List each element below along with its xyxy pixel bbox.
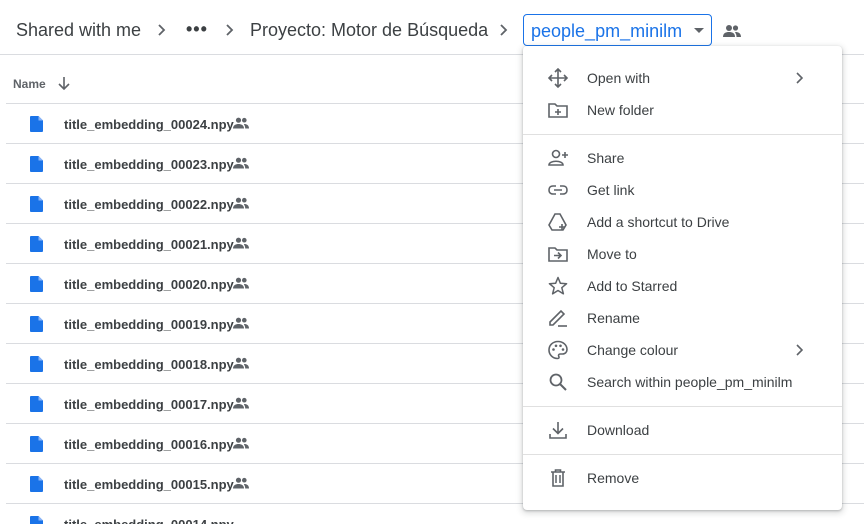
chevron-right-icon xyxy=(156,20,168,40)
file-name: title_embedding_00024.npy xyxy=(64,117,234,132)
people-icon xyxy=(233,397,249,409)
column-header-name[interactable]: Name xyxy=(13,77,46,91)
file-icon xyxy=(30,236,43,252)
chevron-right-icon xyxy=(796,344,803,356)
menu-label: Move to xyxy=(587,246,637,262)
menu-item-share[interactable]: Share xyxy=(523,142,842,174)
new-folder-icon xyxy=(547,100,569,120)
file-name: title_embedding_00022.npy xyxy=(64,197,234,212)
file-name: title_embedding_00014.npy xyxy=(64,517,234,524)
menu-separator xyxy=(523,454,842,455)
chevron-right-icon xyxy=(498,20,510,40)
menu-item-search-within[interactable]: Search within people_pm_minilm xyxy=(523,366,842,398)
people-icon xyxy=(233,357,249,369)
menu-label: New folder xyxy=(587,102,654,118)
file-name: title_embedding_00020.npy xyxy=(64,277,234,292)
current-folder-label: people_pm_minilm xyxy=(531,21,683,41)
menu-label: Add a shortcut to Drive xyxy=(587,214,730,230)
breadcrumb-more-button[interactable]: ••• xyxy=(186,17,208,41)
file-icon xyxy=(30,116,43,132)
menu-label: Share xyxy=(587,150,625,166)
file-icon xyxy=(30,156,43,172)
file-icon xyxy=(30,476,43,492)
file-name: title_embedding_00017.npy xyxy=(64,397,234,412)
menu-label: Download xyxy=(587,422,650,438)
menu-item-rename[interactable]: Rename xyxy=(523,302,842,334)
file-icon xyxy=(30,396,43,412)
menu-item-get-link[interactable]: Get link xyxy=(523,174,842,206)
chevron-right-icon xyxy=(224,20,236,40)
file-name: title_embedding_00023.npy xyxy=(64,157,234,172)
link-icon xyxy=(547,180,569,200)
file-name: title_embedding_00018.npy xyxy=(64,357,234,372)
menu-item-add-starred[interactable]: Add to Starred xyxy=(523,270,842,302)
file-icon xyxy=(30,196,43,212)
file-name: title_embedding_00016.npy xyxy=(64,437,234,452)
menu-item-move-to[interactable]: Move to xyxy=(523,238,842,270)
drive-shortcut-icon xyxy=(547,212,569,232)
file-icon xyxy=(30,516,43,524)
people-icon xyxy=(233,237,249,249)
menu-label: Add to Starred xyxy=(587,278,678,294)
menu-item-new-folder[interactable]: New folder xyxy=(523,94,842,126)
breadcrumb-project-folder[interactable]: Proyecto: Motor de Búsqueda xyxy=(250,18,488,42)
people-icon xyxy=(233,157,249,169)
add-person-icon xyxy=(547,148,569,168)
caret-down-icon xyxy=(694,28,704,33)
current-folder-button[interactable]: people_pm_minilm xyxy=(523,14,712,46)
menu-label: Search within people_pm_minilm xyxy=(587,374,793,390)
file-name: title_embedding_00021.npy xyxy=(64,237,234,252)
pencil-icon xyxy=(547,308,569,328)
file-name: title_embedding_00015.npy xyxy=(64,477,234,492)
people-icon xyxy=(233,477,249,489)
palette-icon xyxy=(547,340,569,360)
people-icon xyxy=(233,437,249,449)
file-icon xyxy=(30,276,43,292)
menu-separator xyxy=(523,406,842,407)
people-icon xyxy=(233,317,249,329)
menu-separator xyxy=(523,134,842,135)
move-arrows-icon xyxy=(547,67,569,89)
menu-item-add-shortcut[interactable]: Add a shortcut to Drive xyxy=(523,206,842,238)
people-icon xyxy=(233,117,249,129)
people-icon xyxy=(233,277,249,289)
menu-item-open-with[interactable]: Open with xyxy=(523,62,842,94)
menu-label: Rename xyxy=(587,310,640,326)
people-icon xyxy=(723,25,741,37)
trash-icon xyxy=(547,468,569,488)
menu-item-remove[interactable]: Remove xyxy=(523,462,842,494)
people-icon xyxy=(233,197,249,209)
file-icon xyxy=(30,436,43,452)
menu-item-change-colour[interactable]: Change colour xyxy=(523,334,842,366)
menu-label: Remove xyxy=(587,470,640,486)
file-icon xyxy=(30,316,43,332)
star-icon xyxy=(547,276,569,296)
search-icon xyxy=(547,372,569,392)
file-icon xyxy=(30,356,43,372)
move-to-folder-icon xyxy=(547,244,569,264)
chevron-right-icon xyxy=(796,72,803,84)
download-icon xyxy=(547,420,569,440)
arrow-down-icon[interactable] xyxy=(57,75,71,91)
menu-label: Change colour xyxy=(587,342,679,358)
file-name: title_embedding_00019.npy xyxy=(64,317,234,332)
menu-label: Get link xyxy=(587,182,635,198)
breadcrumb-shared-with-me[interactable]: Shared with me xyxy=(16,18,141,42)
context-menu: Open with New folder Share Get link Add … xyxy=(523,46,842,510)
menu-label: Open with xyxy=(587,70,651,86)
menu-item-download[interactable]: Download xyxy=(523,414,842,446)
